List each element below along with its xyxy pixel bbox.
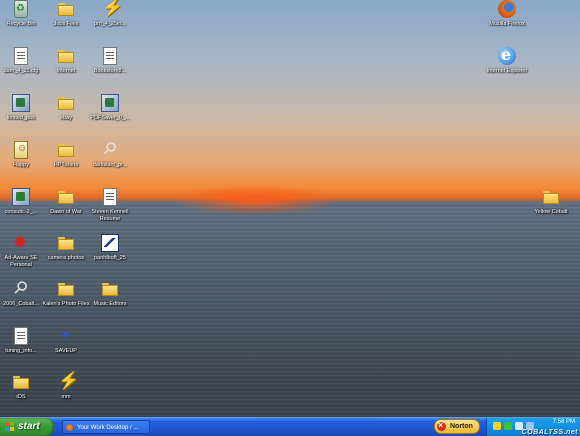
internet-explorer-icon bbox=[498, 45, 516, 65]
ad-aware-icon bbox=[12, 233, 30, 253]
folder-icon bbox=[57, 94, 75, 112]
shield-icon[interactable] bbox=[493, 422, 501, 430]
clock[interactable]: 7:58 PM bbox=[553, 419, 575, 425]
folder-icon bbox=[57, 141, 75, 159]
folder-icon bbox=[542, 188, 560, 206]
desktop-shortcut[interactable]: Yellow Cobalt bbox=[524, 188, 578, 216]
wizard-icon bbox=[57, 326, 75, 345]
desktop-shortcut-label: Steven Kennell Resume bbox=[91, 209, 129, 222]
folder-icon bbox=[57, 280, 75, 298]
firefox-icon bbox=[498, 0, 516, 18]
desktop-shortcut-label: pm_4_25in... bbox=[94, 21, 126, 27]
desktop-shortcut-label: Yellow Cobalt bbox=[534, 209, 568, 215]
folder-icon bbox=[12, 373, 30, 391]
happy-document-icon bbox=[14, 141, 28, 159]
folder-icon bbox=[57, 47, 75, 65]
norton-icon bbox=[437, 419, 446, 432]
start-button[interactable]: start bbox=[0, 418, 54, 436]
setup-icon bbox=[12, 94, 30, 112]
wrench-icon bbox=[101, 141, 119, 159]
desktop-shortcut[interactable]: Mozilla Firefox bbox=[480, 0, 534, 28]
document-icon bbox=[14, 47, 28, 65]
taskbar-window-title: Your Work Desktop / ... bbox=[77, 425, 139, 431]
folder-icon bbox=[57, 234, 75, 252]
desktop-shortcut-label: Music Editors bbox=[93, 301, 127, 307]
desktop-shortcut[interactable]: panhlboft_25 bbox=[83, 234, 137, 262]
desktop-shortcut-label: PDFSaver_0_... bbox=[90, 115, 130, 121]
network-icon[interactable] bbox=[504, 422, 512, 430]
folder-icon bbox=[57, 0, 75, 18]
taskbar-window-button[interactable]: Your Work Desktop / ... bbox=[62, 420, 150, 434]
desktop-shortcut[interactable]: darkslant_pr... bbox=[83, 141, 137, 169]
chart-icon bbox=[101, 234, 119, 252]
desktop[interactable]: Recycle BinJobs Filespm_4_25in...dam_4_2… bbox=[0, 0, 580, 417]
desktop-shortcut[interactable]: Steven Kennell Resume bbox=[83, 188, 137, 222]
windows-flag-icon bbox=[5, 422, 15, 432]
taskbar: start Your Work Desktop / ... Norton 7:5… bbox=[0, 417, 580, 436]
firefox-icon bbox=[66, 424, 73, 431]
desktop-shortcut[interactable]: Internet Explorer bbox=[480, 45, 534, 75]
desktop-shortcut-label: Internet Explorer bbox=[486, 68, 528, 74]
desktop-shortcut-label: SAVEUP bbox=[55, 348, 77, 354]
setup-icon bbox=[12, 188, 30, 206]
desktop-shortcut-label: panhlboft_25 bbox=[94, 255, 126, 261]
system-tray: 7:58 PM COBALTSS.net bbox=[486, 418, 580, 436]
desktop-shortcut[interactable]: mm bbox=[39, 371, 93, 401]
document-icon bbox=[103, 47, 117, 65]
desktop-shortcut[interactable]: Music Editors bbox=[83, 280, 137, 308]
desktop-shortcut[interactable]: SAVEUP bbox=[39, 326, 93, 355]
wrench-icon bbox=[12, 280, 30, 298]
norton-label: Norton bbox=[450, 423, 473, 430]
desktop-shortcut[interactable]: PDFSaver_0_... bbox=[83, 94, 137, 122]
setup-icon bbox=[101, 94, 119, 112]
desktop-shortcut-label: darkslant_pr... bbox=[92, 162, 128, 168]
lightning-icon bbox=[101, 0, 123, 18]
folder-icon bbox=[101, 280, 119, 298]
desktop-shortcut-label: Mozilla Firefox bbox=[489, 21, 525, 27]
desktop-shortcut-label: Bookstore8... bbox=[93, 68, 127, 74]
desktop-shortcut[interactable]: Bookstore8... bbox=[83, 47, 137, 75]
start-label: start bbox=[18, 421, 40, 432]
resume-document-icon bbox=[103, 188, 117, 206]
desktop-shortcut-label: mm bbox=[61, 394, 71, 400]
norton-button[interactable]: Norton bbox=[434, 419, 480, 434]
desktop-shortcut[interactable]: pm_4_25in... bbox=[83, 0, 137, 28]
folder-icon bbox=[57, 188, 75, 206]
document-icon bbox=[14, 327, 28, 345]
recycle-bin-icon bbox=[14, 0, 28, 18]
lightning-icon bbox=[57, 371, 79, 391]
